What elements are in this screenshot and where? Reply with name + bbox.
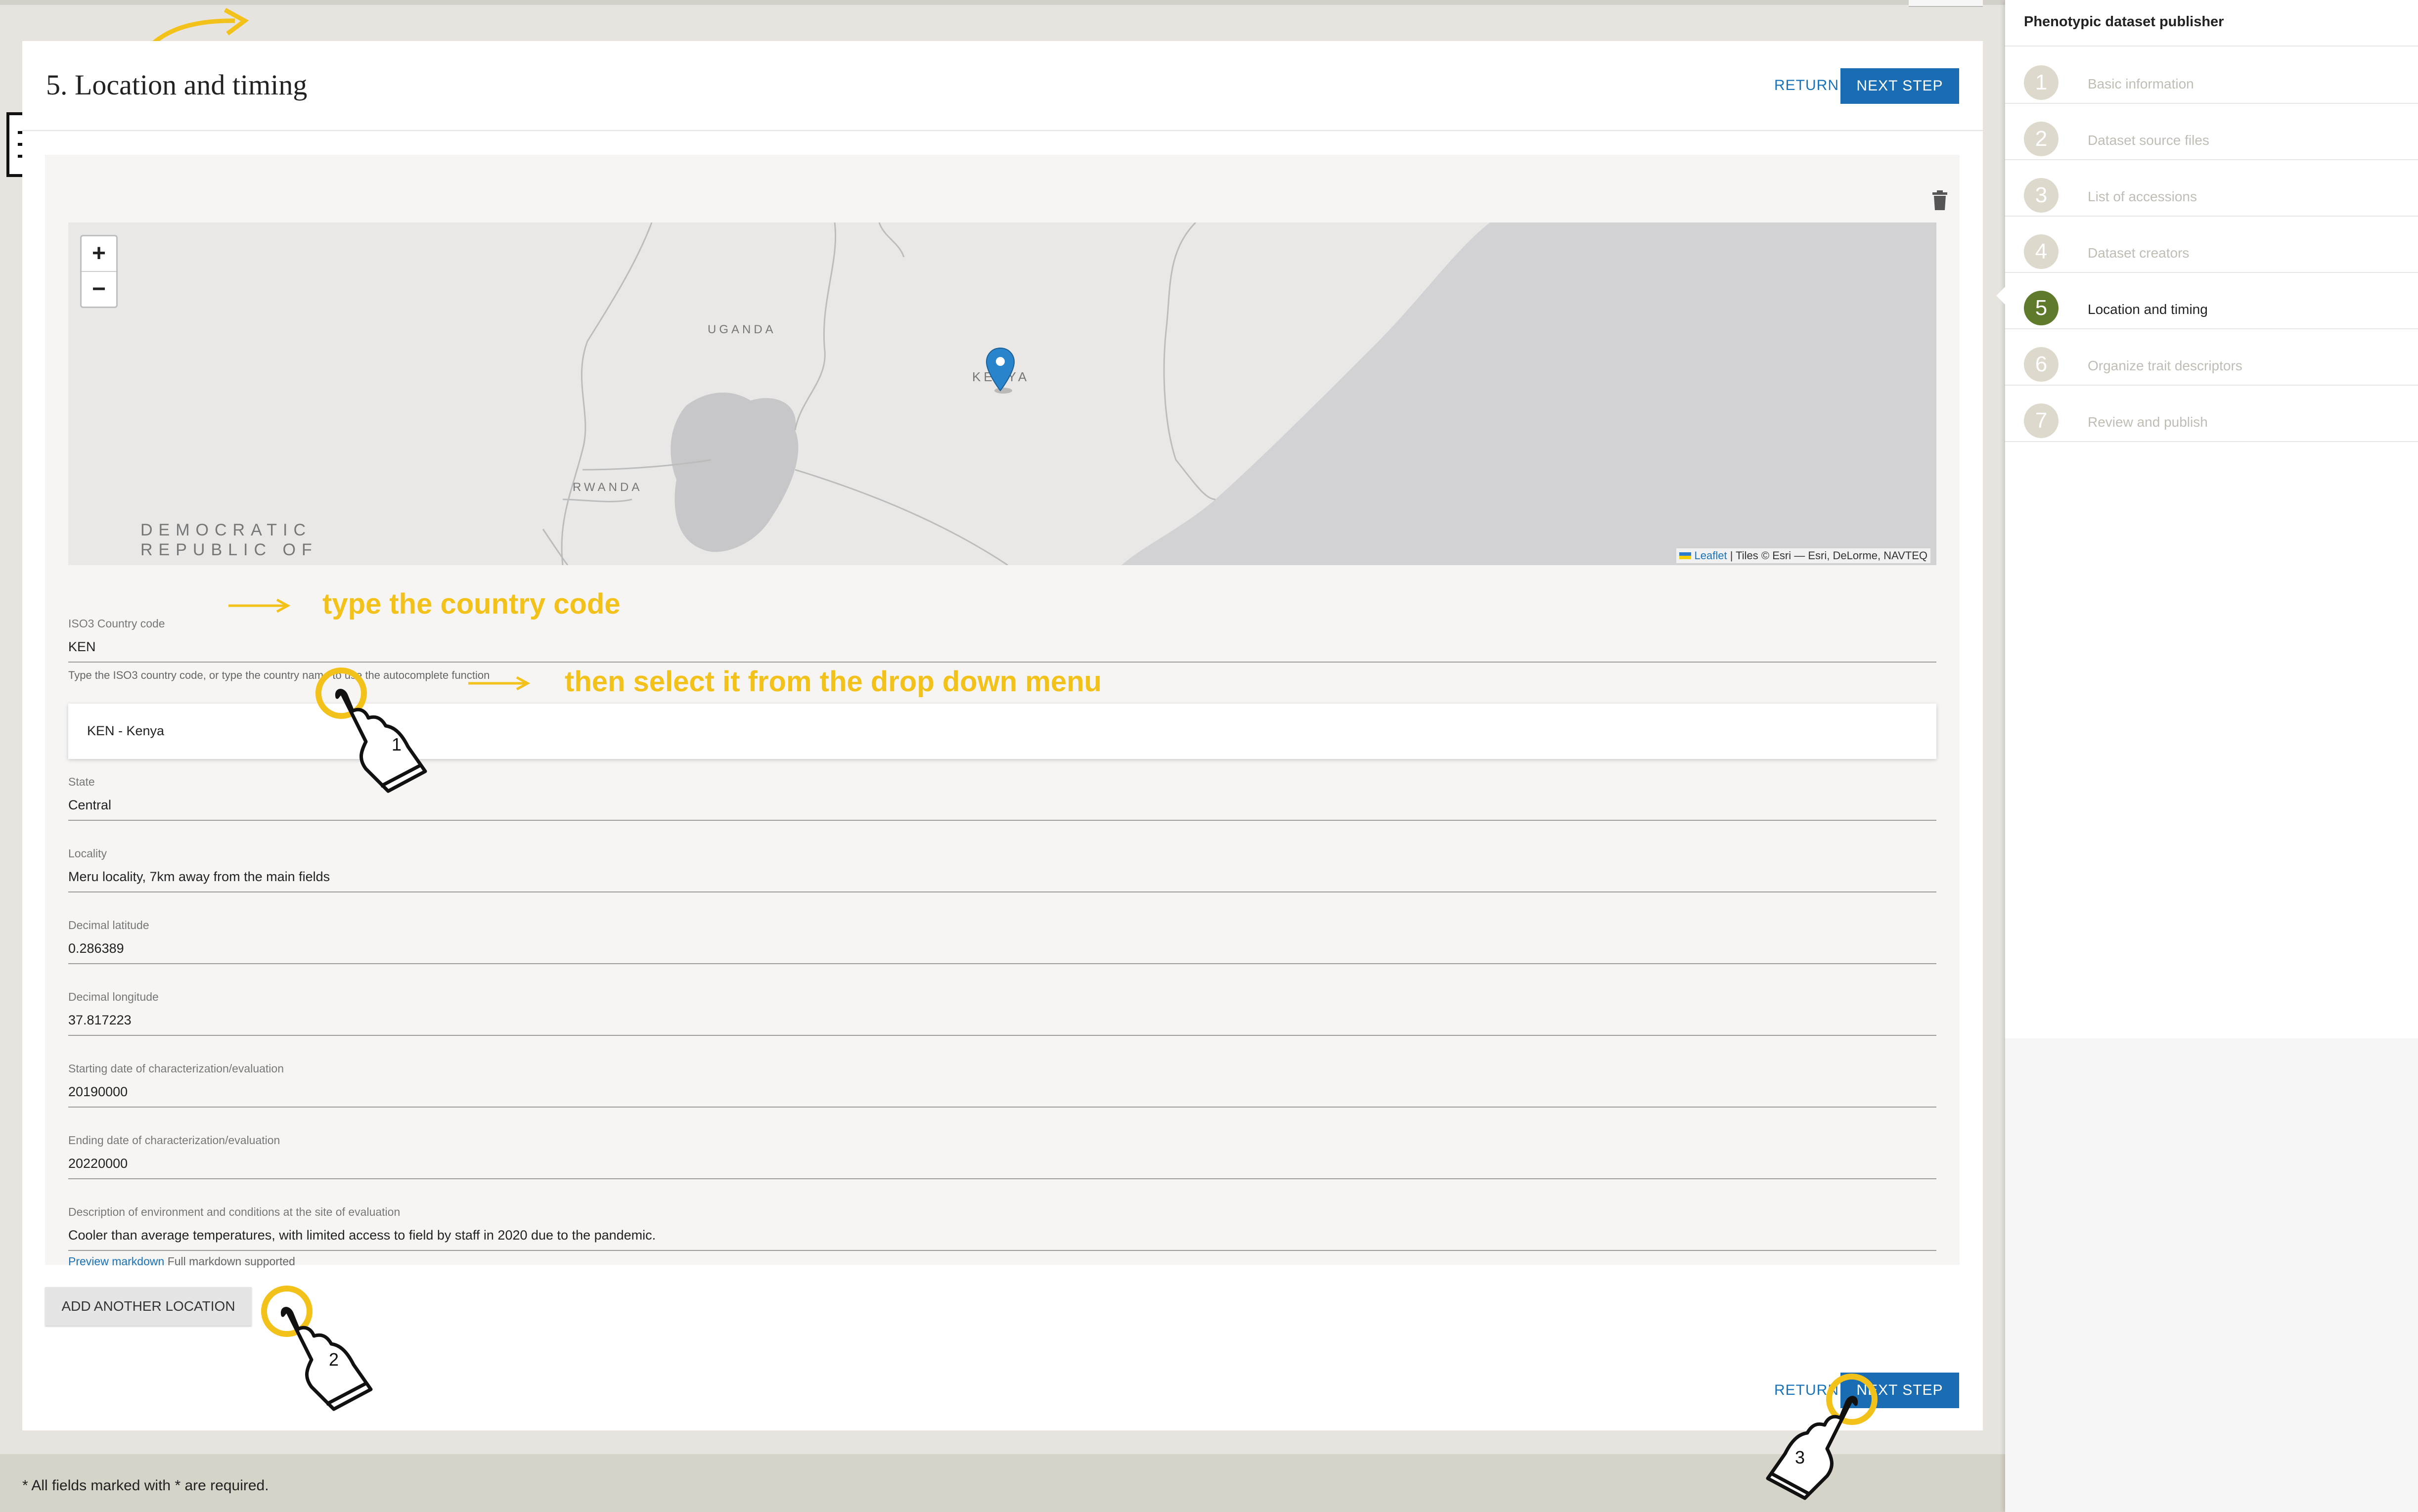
step-label: Organize trait descriptors (2088, 358, 2242, 373)
step-label: List of accessions (2088, 189, 2197, 204)
step-label: Basic information (2088, 76, 2194, 91)
page-title: 5. Location and timing (46, 69, 308, 101)
sidebar-title: Phenotypic dataset publisher (2024, 14, 2224, 30)
latitude-label: Decimal latitude (68, 919, 149, 932)
top-bar-button[interactable] (1909, 0, 1983, 7)
leaflet-link[interactable]: Leaflet (1695, 549, 1727, 562)
sidebar-step-5[interactable]: 5 Location and timing (2005, 272, 2418, 329)
sidebar-step-3[interactable]: 3 List of accessions (2005, 159, 2418, 217)
country-code-input[interactable]: KEN (68, 639, 96, 655)
latitude-input[interactable]: 0.286389 (68, 941, 124, 956)
step-number: 2 (2024, 122, 2059, 156)
annotation-type-country: type the country code (322, 588, 621, 620)
step-number: 6 (2024, 347, 2059, 382)
end-date-label: Ending date of characterization/evaluati… (68, 1134, 280, 1147)
pointing-hand-icon: 2 (261, 1286, 373, 1411)
sidebar-empty-area (2005, 1038, 2418, 1512)
map-label-drc-1: DEMOCRATIC (140, 521, 312, 539)
step-number: 3 (2024, 178, 2059, 213)
description-input[interactable]: Cooler than average temperatures, with l… (68, 1228, 656, 1243)
attribution-text: | Tiles © Esri — Esri, DeLorme, NAVTEQ (1730, 549, 1927, 562)
annotation-select-dropdown: then select it from the drop down menu (565, 666, 1102, 698)
sidebar: Phenotypic dataset publisher 1 Basic inf… (1996, 0, 2418, 1512)
flag-icon (1679, 552, 1692, 559)
map-label-rwanda: RWANDA (573, 481, 643, 494)
sidebar-step-2[interactable]: 2 Dataset source files (2005, 103, 2418, 160)
return-button[interactable]: RETURN (1774, 77, 1839, 94)
country-code-label: ISO3 Country code (68, 617, 165, 630)
location-map[interactable]: + − UGANDA KENYA RWANDA DEMOCRATIC REPUB… (68, 222, 1936, 565)
map-attribution: Leaflet | Tiles © Esri — Esri, DeLorme, … (1676, 548, 1930, 563)
step-label: Dataset creators (2088, 245, 2190, 261)
description-label: Description of environment and condition… (68, 1205, 401, 1218)
step-label: Location and timing (2088, 302, 2208, 317)
zoom-out-button[interactable]: − (82, 272, 116, 307)
arrow-right-icon (228, 598, 291, 613)
zoom-control: + − (80, 235, 118, 308)
sidebar-step-4[interactable]: 4 Dataset creators (2005, 216, 2418, 273)
markdown-note: Full markdown supported (167, 1255, 295, 1268)
map-marker-icon[interactable] (985, 347, 1016, 395)
end-date-input[interactable]: 20220000 (68, 1156, 128, 1171)
step-label: Dataset source files (2088, 133, 2209, 148)
preview-markdown-link[interactable]: Preview markdown (68, 1255, 164, 1268)
hand-number-1: 1 (392, 734, 402, 755)
dropdown-option-kenya[interactable]: KEN - Kenya (87, 723, 164, 739)
card-header: 5. Location and timing RETURN NEXT STEP (22, 41, 1983, 131)
step-number: 4 (2024, 234, 2059, 269)
step-number: 1 (2024, 65, 2059, 100)
markdown-links: Preview markdown Full markdown supported (68, 1255, 295, 1268)
hand-number-3: 3 (1795, 1447, 1805, 1468)
footer: * All fields marked with * are required. (0, 1454, 2005, 1512)
step-label: Review and publish (2088, 414, 2208, 430)
hand-number-2: 2 (329, 1349, 339, 1370)
active-step-pointer (1996, 287, 2005, 305)
sidebar-step-1[interactable]: 1 Basic information (2005, 46, 2418, 104)
trash-icon[interactable] (1931, 190, 1948, 210)
start-date-input[interactable]: 20190000 (68, 1084, 128, 1100)
longitude-input[interactable]: 37.817223 (68, 1013, 132, 1028)
step-number: 7 (2024, 403, 2059, 438)
top-bar (0, 0, 2005, 5)
map-label-drc-2: REPUBLIC OF (140, 540, 318, 559)
sidebar-step-6[interactable]: 6 Organize trait descriptors (2005, 328, 2418, 386)
add-location-button[interactable]: ADD ANOTHER LOCATION (45, 1287, 252, 1326)
zoom-in-button[interactable]: + (82, 236, 116, 272)
step-number: 5 (2024, 291, 2059, 325)
state-label: State (68, 775, 95, 788)
pointing-hand-icon: 3 (1766, 1374, 1878, 1500)
map-label-uganda: UGANDA (708, 323, 776, 336)
pointing-hand-icon: 1 (315, 667, 427, 793)
start-date-label: Starting date of characterization/evalua… (68, 1062, 284, 1075)
sidebar-step-7[interactable]: 7 Review and publish (2005, 385, 2418, 442)
state-input[interactable]: Central (68, 798, 111, 813)
next-step-button[interactable]: NEXT STEP (1840, 68, 1959, 104)
locality-input[interactable]: Meru locality, 7km away from the main fi… (68, 869, 330, 885)
arrow-right-icon (468, 676, 531, 691)
longitude-label: Decimal longitude (68, 990, 159, 1003)
required-note: * All fields marked with * are required. (22, 1477, 269, 1494)
locality-label: Locality (68, 847, 107, 860)
